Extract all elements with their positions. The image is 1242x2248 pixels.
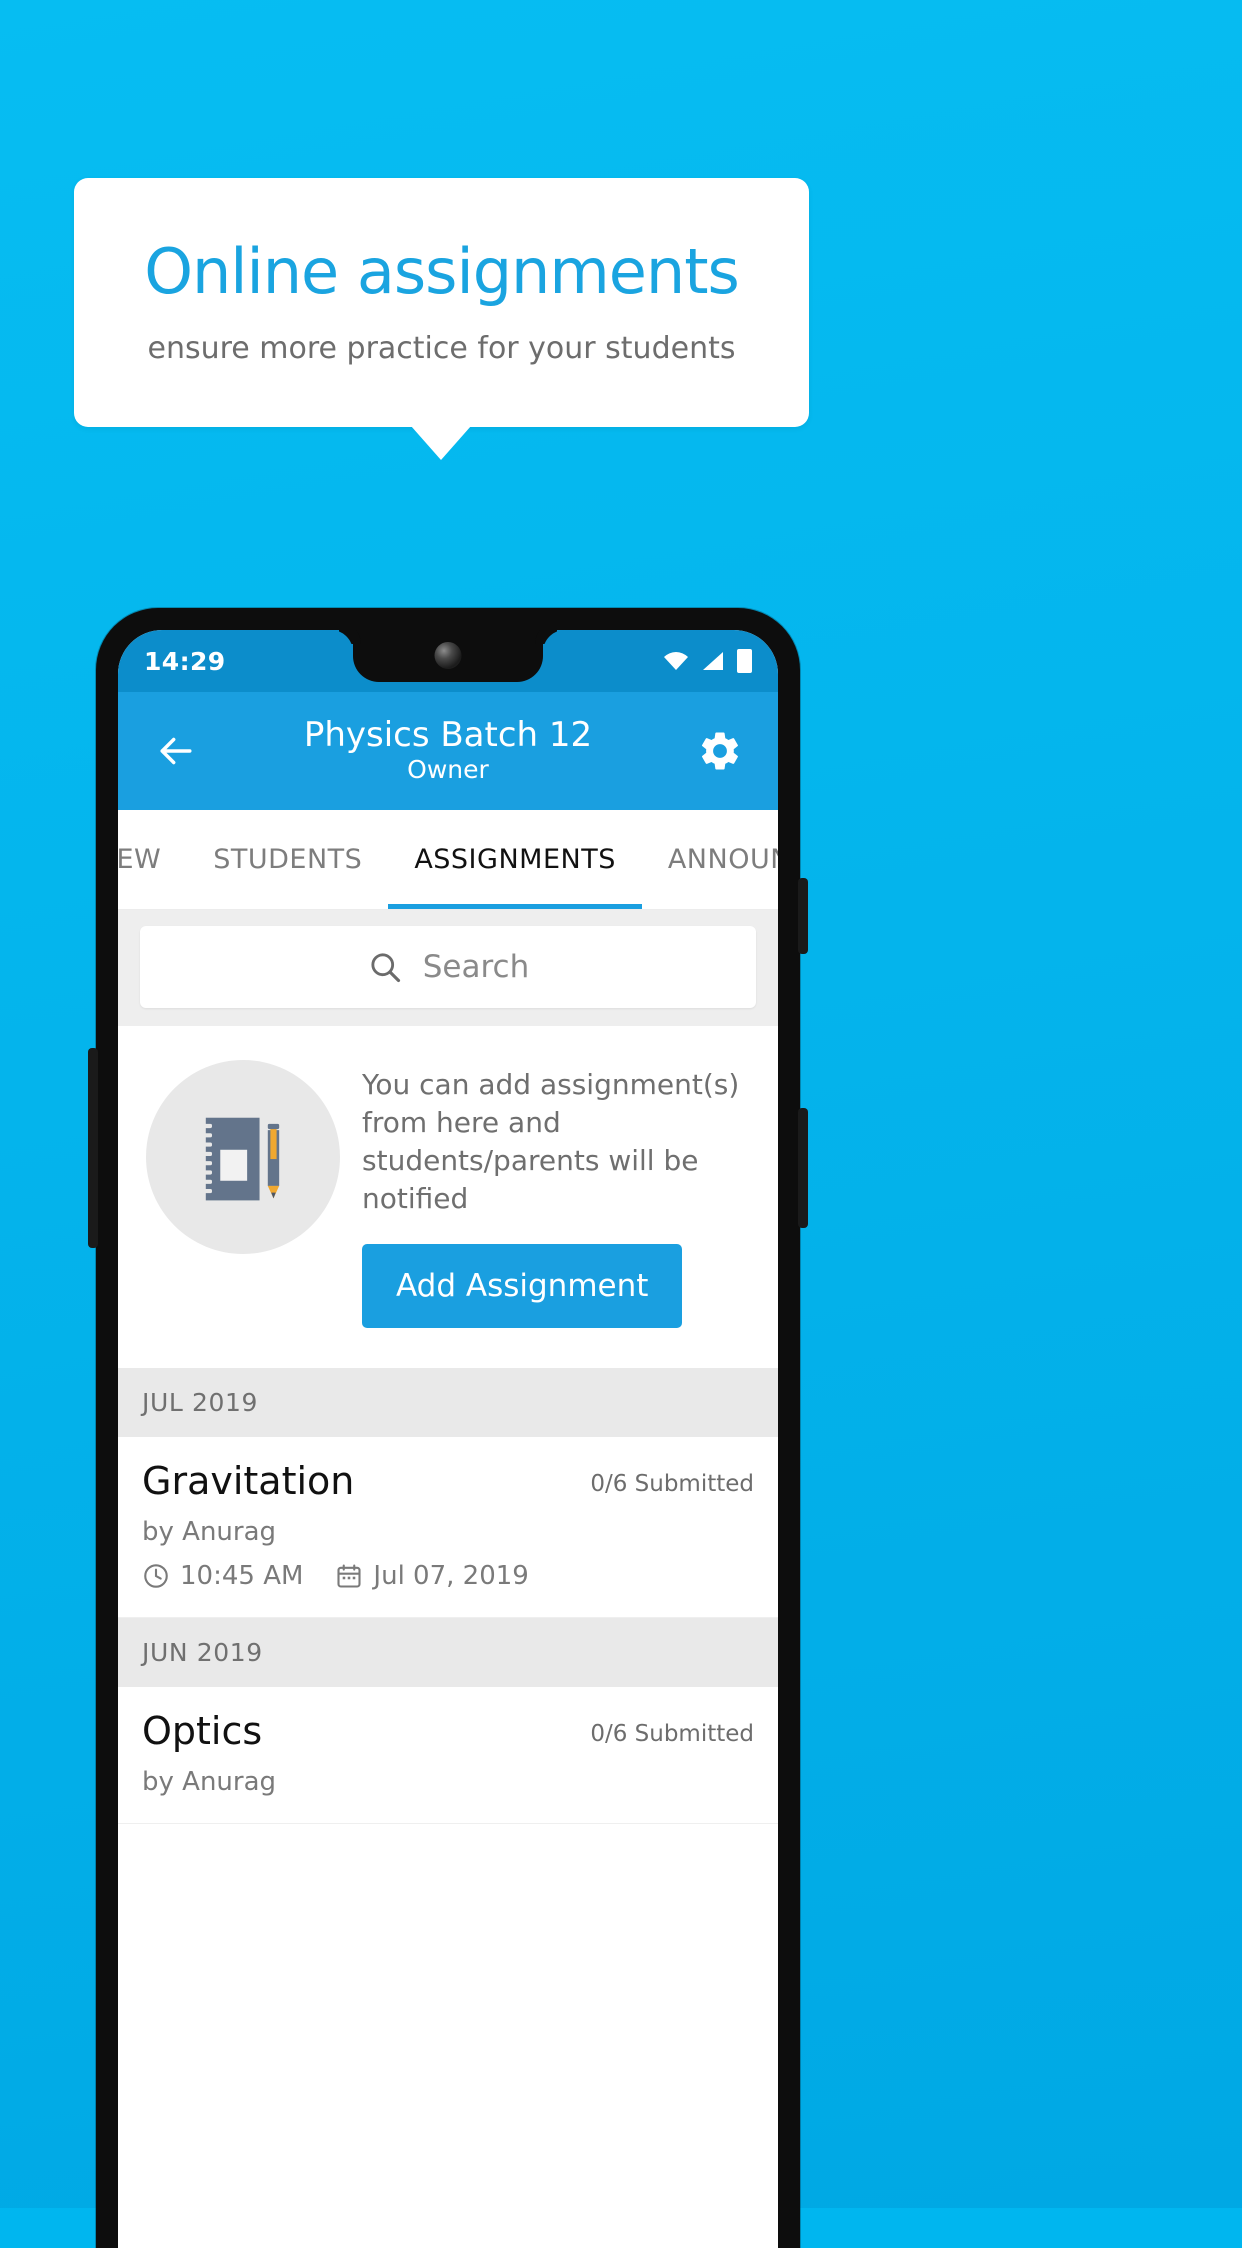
- front-camera: [434, 642, 462, 669]
- empty-state-card: You can add assignment(s) from here and …: [118, 1026, 778, 1369]
- tab-announcements[interactable]: ANNOUNCEM: [642, 810, 778, 909]
- phone-mockup: 14:29 Physics Batch 12 Owner EW STUDENTS…: [88, 608, 808, 2248]
- empty-state-right: You can add assignment(s) from here and …: [362, 1060, 750, 1329]
- tab-students[interactable]: STUDENTS: [187, 810, 388, 909]
- wifi-icon: [663, 651, 689, 671]
- assignment-author: by Anurag: [142, 1517, 277, 1548]
- assignment-time: 10:45 AM: [180, 1561, 304, 1592]
- search-placeholder: Search: [422, 949, 530, 985]
- promo-card-tail: [411, 426, 471, 460]
- page-subtitle: Owner: [407, 754, 489, 784]
- calendar-icon: [335, 1562, 363, 1590]
- gear-icon[interactable]: [692, 723, 748, 779]
- status-time: 14:29: [144, 646, 226, 676]
- add-assignment-button[interactable]: Add Assignment: [362, 1244, 683, 1329]
- assignment-date: Jul 07, 2019: [373, 1561, 529, 1592]
- empty-state-text: You can add assignment(s) from here and …: [362, 1068, 740, 1216]
- assignment-row[interactable]: Gravitation 0/6 Submitted by Anurag 10:4…: [118, 1437, 778, 1619]
- app-bar-titles: Physics Batch 12 Owner: [118, 716, 778, 787]
- phone-screen: 14:29 Physics Batch 12 Owner EW STUDENTS…: [118, 630, 778, 2248]
- search-icon: [367, 949, 403, 985]
- app-bar: Physics Batch 12 Owner: [118, 692, 778, 810]
- clock-icon: [142, 1562, 170, 1590]
- assignment-submitted-count: 0/6 Submitted: [590, 1471, 754, 1498]
- tab-assignments[interactable]: ASSIGNMENTS: [388, 810, 642, 909]
- phone-button-volume: [798, 1108, 808, 1228]
- tab-bar[interactable]: IEW STUDENTS ASSIGNMENTS ANNOUNCEM: [118, 810, 778, 910]
- assignment-row-top: Gravitation 0/6 Submitted: [142, 1459, 754, 1503]
- signal-icon: [701, 651, 725, 671]
- status-bar: 14:29: [118, 630, 778, 692]
- page-title: Physics Batch 12: [303, 714, 593, 755]
- tab-active-indicator: [388, 904, 642, 909]
- search-input[interactable]: Search: [140, 926, 756, 1008]
- search-section: Search: [118, 910, 778, 1026]
- arrow-left-icon[interactable]: [148, 723, 204, 779]
- month-header: JUN 2019: [118, 1618, 778, 1688]
- promo-title: Online assignments: [144, 234, 740, 308]
- assignment-meta: 10:45 AM Jul 07, 2019: [142, 1561, 754, 1591]
- battery-icon: [737, 649, 752, 673]
- assignment-submitted-count: 0/6 Submitted: [590, 1721, 754, 1748]
- phone-notch: [353, 630, 543, 682]
- promo-card: Online assignments ensure more practice …: [74, 178, 809, 427]
- promo-subtitle: ensure more practice for your students: [147, 331, 736, 367]
- assignment-name: Gravitation: [142, 1459, 355, 1504]
- phone-button-left: [88, 1048, 98, 1248]
- assignment-row[interactable]: Optics 0/6 Submitted by Anurag: [118, 1687, 778, 1825]
- assignment-author: by Anurag: [142, 1767, 277, 1798]
- tab-overview[interactable]: IEW: [118, 810, 187, 909]
- notebook-pencil-icon: [146, 1060, 340, 1254]
- assignment-name: Optics: [142, 1709, 263, 1754]
- status-icons: [663, 649, 752, 673]
- month-header: JUL 2019: [118, 1368, 778, 1438]
- assignment-row-top: Optics 0/6 Submitted: [142, 1709, 754, 1753]
- phone-button-power: [798, 878, 808, 954]
